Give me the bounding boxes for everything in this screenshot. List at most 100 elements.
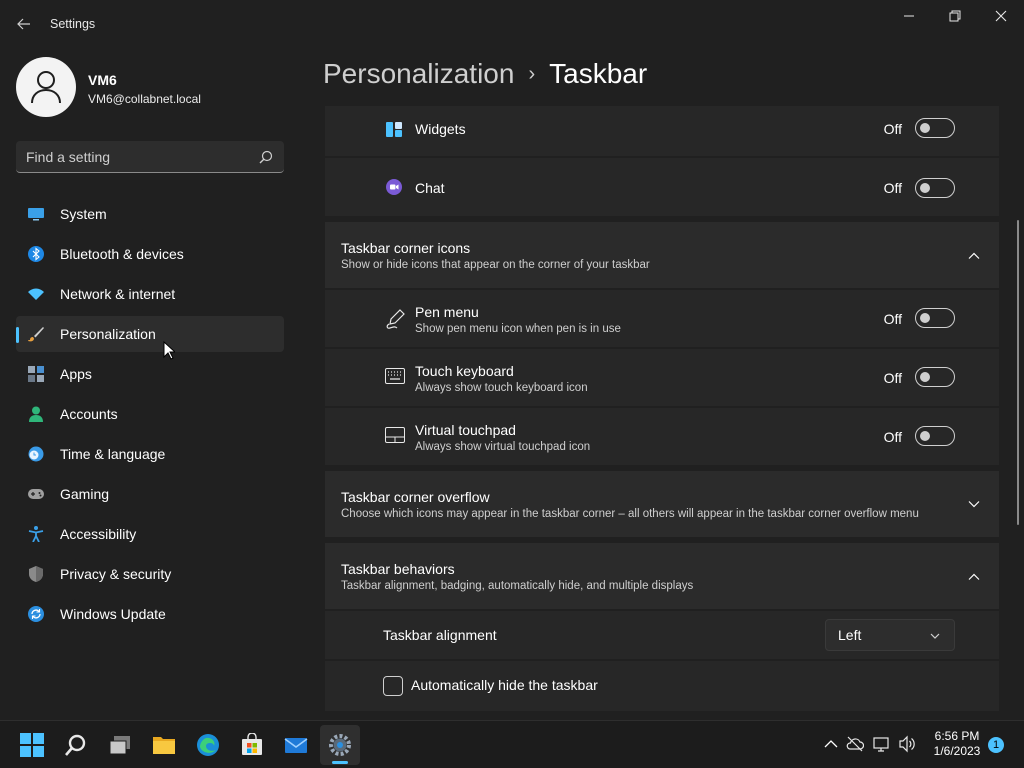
start-icon	[20, 733, 44, 757]
shield-icon	[29, 566, 43, 582]
avatar	[16, 57, 76, 117]
taskbar-alignment-dropdown[interactable]: Left	[825, 619, 955, 651]
chat-icon	[386, 179, 402, 195]
virtual-touchpad-row[interactable]: Virtual touchpad Always show virtual tou…	[325, 408, 999, 465]
pen-icon	[386, 309, 405, 329]
clock-time: 6:56 PM	[934, 729, 980, 743]
start-button[interactable]	[12, 725, 52, 765]
behaviors-header[interactable]: Taskbar behaviors Taskbar alignment, bad…	[325, 543, 999, 609]
search-icon	[259, 150, 273, 164]
behaviors-title: Taskbar behaviors	[341, 561, 455, 577]
mouse-cursor-icon	[163, 341, 175, 360]
update-icon	[28, 606, 44, 622]
taskbar-alignment-value: Left	[838, 627, 862, 643]
back-button[interactable]	[12, 12, 36, 36]
close-icon	[995, 10, 1007, 22]
monitor-icon	[28, 208, 44, 221]
corner-icons-description: Show or hide icons that appear on the co…	[341, 259, 650, 271]
sidebar-item-label: Network & internet	[60, 286, 176, 302]
pen-menu-row[interactable]: Pen menu Show pen menu icon when pen is …	[325, 290, 999, 347]
chat-row[interactable]: Chat Off	[325, 158, 999, 216]
taskbar-search-button[interactable]	[56, 725, 96, 765]
auto-hide-row[interactable]: Automatically hide the taskbar	[325, 661, 999, 711]
volume-icon[interactable]	[898, 735, 916, 753]
mail-button[interactable]	[276, 725, 316, 765]
restore-button[interactable]	[932, 4, 978, 28]
chevron-down-icon	[930, 633, 940, 639]
profile-name: VM6	[88, 72, 117, 88]
chat-toggle[interactable]	[915, 178, 955, 198]
store-icon	[242, 733, 262, 755]
widgets-toggle[interactable]	[915, 118, 955, 138]
virtual-touchpad-label: Virtual touchpad	[415, 422, 516, 438]
edge-button[interactable]	[188, 725, 228, 765]
sidebar-item-gaming[interactable]: Gaming	[16, 476, 284, 512]
sidebar-item-apps[interactable]: Apps	[16, 356, 284, 392]
wifi-icon	[28, 288, 44, 300]
pen-menu-description: Show pen menu icon when pen is in use	[415, 323, 621, 335]
os-taskbar: 6:56 PM 1/6/2023 1	[0, 720, 1024, 768]
pen-menu-label: Pen menu	[415, 304, 479, 320]
touch-keyboard-toggle[interactable]	[915, 367, 955, 387]
chevron-up-icon[interactable]	[822, 735, 840, 753]
touch-keyboard-row[interactable]: Touch keyboard Always show touch keyboar…	[325, 349, 999, 406]
sidebar-item-label: Personalization	[60, 326, 156, 342]
sidebar-item-accessibility[interactable]: Accessibility	[16, 516, 284, 552]
sidebar-item-label: Bluetooth & devices	[60, 246, 184, 262]
widgets-row[interactable]: Widgets Off	[325, 106, 999, 156]
pen-menu-toggle[interactable]	[915, 308, 955, 328]
sidebar-item-label: Time & language	[60, 446, 166, 462]
sidebar-item-network[interactable]: Network & internet	[16, 276, 284, 312]
restore-icon	[949, 10, 961, 22]
taskbar-clock[interactable]: 6:56 PM 1/6/2023	[922, 729, 992, 759]
sidebar-item-label: Windows Update	[60, 606, 166, 622]
auto-hide-label: Automatically hide the taskbar	[411, 677, 598, 693]
taskbar-alignment-row: Taskbar alignment Left	[325, 611, 999, 659]
notification-badge[interactable]: 1	[988, 737, 1004, 753]
sidebar-item-windows-update[interactable]: Windows Update	[16, 596, 284, 632]
touch-keyboard-label: Touch keyboard	[415, 363, 514, 379]
sidebar-item-time-language[interactable]: Time & language	[16, 436, 284, 472]
edge-icon	[197, 734, 219, 756]
sidebar-item-accounts[interactable]: Accounts	[16, 396, 284, 432]
virtual-touchpad-description: Always show virtual touchpad icon	[415, 441, 591, 453]
taskbar-alignment-label: Taskbar alignment	[383, 627, 497, 643]
virtual-touchpad-toggle[interactable]	[915, 426, 955, 446]
breadcrumb-parent[interactable]: Personalization	[323, 58, 514, 89]
sidebar-item-personalization[interactable]: Personalization	[16, 316, 284, 352]
cloud-offline-icon[interactable]	[846, 735, 864, 753]
store-button[interactable]	[232, 725, 272, 765]
network-icon[interactable]	[873, 735, 891, 753]
content-scrollbar[interactable]	[1017, 220, 1019, 525]
corner-icons-header[interactable]: Taskbar corner icons Show or hide icons …	[325, 222, 999, 288]
sidebar-item-label: Accounts	[60, 406, 118, 422]
corner-overflow-title: Taskbar corner overflow	[341, 489, 490, 505]
chevron-up-icon[interactable]	[967, 570, 981, 584]
minimize-button[interactable]	[886, 4, 932, 28]
close-button[interactable]	[978, 4, 1024, 28]
touchpad-icon	[385, 427, 405, 443]
corner-overflow-header[interactable]: Taskbar corner overflow Choose which ico…	[325, 471, 999, 537]
apps-icon	[28, 366, 44, 382]
sidebar-item-label: Gaming	[60, 486, 110, 502]
sidebar-item-system[interactable]: System	[16, 196, 284, 232]
file-explorer-button[interactable]	[144, 725, 184, 765]
task-view-button[interactable]	[100, 725, 140, 765]
paintbrush-icon	[28, 327, 44, 342]
settings-app-button[interactable]	[320, 725, 360, 765]
chevron-up-icon[interactable]	[967, 249, 981, 263]
search-box[interactable]	[16, 141, 284, 173]
keyboard-icon	[385, 368, 405, 384]
sidebar-item-privacy-security[interactable]: Privacy & security	[16, 556, 284, 592]
auto-hide-checkbox[interactable]	[383, 676, 403, 696]
search-input[interactable]	[26, 147, 246, 167]
virtual-touchpad-state: Off	[883, 429, 902, 445]
sidebar-item-label: Privacy & security	[60, 566, 172, 582]
sidebar-item-label: System	[60, 206, 107, 222]
chevron-down-icon[interactable]	[967, 497, 981, 511]
corner-icons-title: Taskbar corner icons	[341, 240, 471, 256]
person-icon	[29, 406, 43, 422]
search-icon	[65, 734, 86, 756]
bluetooth-icon	[28, 246, 44, 262]
sidebar-item-bluetooth[interactable]: Bluetooth & devices	[16, 236, 284, 272]
